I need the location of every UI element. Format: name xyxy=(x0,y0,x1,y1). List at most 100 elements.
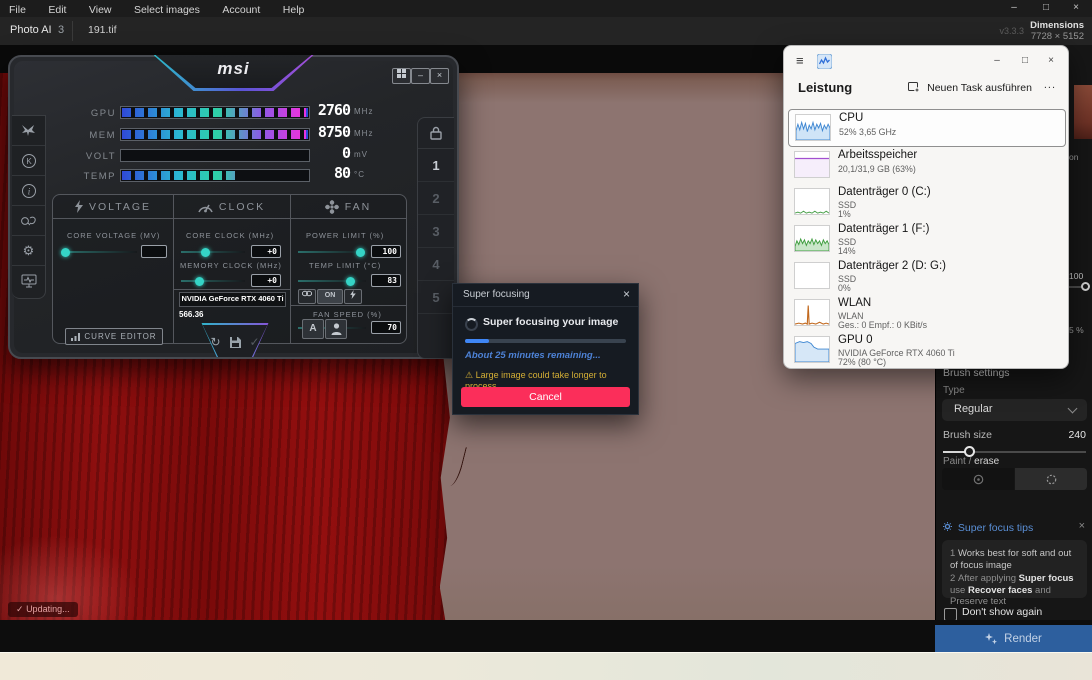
gpu-clock-value: 2760 xyxy=(298,101,350,119)
tm-entry-memory[interactable]: Arbeitsspeicher 20,1/31,9 GB (63%) xyxy=(788,147,1064,183)
msi-minimize-button[interactable]: – xyxy=(411,68,430,84)
tab-191tif[interactable]: 191.tif xyxy=(88,24,117,36)
power-limit-slider[interactable] xyxy=(298,251,366,253)
msi-detach-button[interactable] xyxy=(392,68,411,84)
msi-sidebar: K i ⚙ xyxy=(12,115,46,299)
hamburger-menu-icon[interactable]: ≡ xyxy=(796,53,804,68)
tm-entry-disk0[interactable]: Datenträger 0 (C:) SSD 1% xyxy=(788,184,1064,220)
gauge-icon xyxy=(198,201,213,213)
core-clock-slider[interactable] xyxy=(181,251,245,253)
temp-limit-slider[interactable] xyxy=(298,280,366,282)
paint-erase-label: Paint / erase xyxy=(943,456,999,467)
app-maximize-button[interactable]: □ xyxy=(1032,0,1060,16)
app-version-label: v3.3.3 xyxy=(999,26,1024,36)
memory-clock-slider[interactable] xyxy=(181,280,245,282)
curve-editor-button[interactable]: CURVE EDITOR xyxy=(65,328,163,345)
bulb-icon xyxy=(943,522,952,531)
core-clock-value-box[interactable]: +0 xyxy=(251,245,281,258)
tm-entry-wlan[interactable]: WLAN WLAN Ges.: 0 Empf.: 0 KBit/s xyxy=(788,295,1064,331)
dialog-header: Super focusing × xyxy=(453,284,638,307)
tm-more-button[interactable]: ... xyxy=(1044,79,1056,91)
msi-close-button[interactable]: × xyxy=(430,68,449,84)
temp-limit-value-box[interactable]: 83 xyxy=(371,274,401,287)
menu-help[interactable]: Help xyxy=(274,2,314,16)
link-icon xyxy=(302,290,312,297)
panel-fragment: on xyxy=(1069,152,1078,162)
run-new-task-button[interactable]: Neuen Task ausführen xyxy=(908,82,1032,94)
reset-icon[interactable]: ↻ xyxy=(210,336,220,348)
app-minimize-button[interactable]: – xyxy=(1000,0,1028,16)
tm-entry-gpu[interactable]: GPU 0 NVIDIA GeForce RTX 4060 Ti 72% (80… xyxy=(788,332,1064,368)
menu-select-images[interactable]: Select images xyxy=(125,2,209,16)
render-button[interactable]: Render xyxy=(935,625,1092,652)
core-voltage-value-box[interactable] xyxy=(141,245,167,258)
svg-text:K: K xyxy=(26,157,32,166)
panel-fragment: 100 xyxy=(1069,271,1083,281)
link-limits-button[interactable] xyxy=(298,289,316,304)
app-version-major: 3 xyxy=(58,24,64,36)
tips-card: 1 Works best for soft and out of focus i… xyxy=(942,540,1087,598)
menu-account[interactable]: Account xyxy=(213,2,269,16)
volt-row-label: VOLT xyxy=(60,151,116,162)
hardware-monitor-icon[interactable] xyxy=(12,266,45,295)
profile-5-button[interactable]: 5 xyxy=(418,281,454,314)
temp-limit-label: TEMP LIMIT (°C) xyxy=(309,261,381,270)
tm-maximize-button[interactable]: □ xyxy=(1012,52,1038,70)
settings-gear-icon[interactable]: ⚙ xyxy=(12,236,45,266)
power-limit-value-box[interactable]: 100 xyxy=(371,245,401,258)
msi-profile-strip: 1 2 3 4 5 xyxy=(417,117,454,359)
kombustor-icon[interactable]: K xyxy=(12,146,45,176)
app-close-button[interactable]: × xyxy=(1062,0,1090,16)
menu-view[interactable]: View xyxy=(80,2,121,16)
brush-type-dropdown[interactable]: Regular xyxy=(942,399,1087,421)
mem-clock-unit: MHz xyxy=(354,129,373,138)
oc-scanner-icon[interactable] xyxy=(12,206,45,236)
info-icon[interactable]: i xyxy=(12,176,45,206)
sparkles-icon xyxy=(985,633,997,645)
msi-control-panel: VOLTAGE CLOCK FAN CORE VOLTAGE (MV) CURV… xyxy=(52,194,407,344)
disk1-graph-thumbnail xyxy=(794,225,830,252)
tm-entry-cpu[interactable]: CPU 52% 3,65 GHz xyxy=(788,109,1066,147)
warning-icon: ⚠ xyxy=(465,370,473,380)
brush-size-label: Brush size xyxy=(943,429,992,441)
core-clock-label: CORE CLOCK (MHz) xyxy=(186,231,274,240)
gpu-graph-thumbnail xyxy=(794,336,830,363)
menu-edit[interactable]: Edit xyxy=(39,2,75,16)
mem-row-label: MEM xyxy=(60,130,116,141)
cancel-button[interactable]: Cancel xyxy=(461,387,630,407)
navigator-thumbnail-fragment xyxy=(1074,85,1092,139)
profile-3-button[interactable]: 3 xyxy=(418,215,454,248)
clock-panel-header: CLOCK xyxy=(173,195,290,219)
msi-dragon-icon[interactable] xyxy=(12,116,45,146)
dialog-close-icon[interactable]: × xyxy=(623,287,630,301)
profile-4-button[interactable]: 4 xyxy=(418,248,454,281)
profile-1-button[interactable]: 1 xyxy=(418,149,454,182)
dialog-title: Super focusing xyxy=(463,289,530,300)
tm-entry-disk1[interactable]: Datenträger 1 (F:) SSD 14% xyxy=(788,221,1064,257)
temp-value: 80 xyxy=(298,164,350,182)
fan-user-profile-button[interactable] xyxy=(325,319,347,339)
save-icon[interactable] xyxy=(230,337,241,348)
tm-close-button[interactable]: × xyxy=(1038,52,1064,70)
tips-close-icon[interactable]: × xyxy=(1079,520,1085,532)
erase-button[interactable] xyxy=(1015,468,1087,490)
tm-minimize-button[interactable]: – xyxy=(984,52,1010,70)
paint-button[interactable] xyxy=(942,468,1014,490)
time-remaining-text: About 25 minutes remaining... xyxy=(465,350,601,361)
fan-speed-value-box[interactable]: 70 xyxy=(371,321,401,334)
boost-button[interactable] xyxy=(344,289,362,304)
profile-lock-button[interactable] xyxy=(418,118,454,149)
menu-file[interactable]: File xyxy=(0,2,35,16)
tab-separator xyxy=(72,21,73,41)
limits-on-toggle[interactable]: ON xyxy=(317,289,343,304)
memory-clock-value-box[interactable]: +0 xyxy=(251,274,281,287)
driver-version: 566.36 xyxy=(179,310,203,319)
core-voltage-slider[interactable] xyxy=(63,251,137,253)
profile-2-button[interactable]: 2 xyxy=(418,182,454,215)
paint-brush-icon xyxy=(973,474,984,485)
gpu-row-label: GPU xyxy=(60,108,116,119)
tm-entry-disk2[interactable]: Datenträger 2 (D: G:) SSD 0% xyxy=(788,258,1064,294)
volt-unit: mV xyxy=(354,150,368,159)
apply-icon[interactable]: ✓ xyxy=(250,336,260,348)
fan-auto-button[interactable]: A xyxy=(302,319,324,339)
